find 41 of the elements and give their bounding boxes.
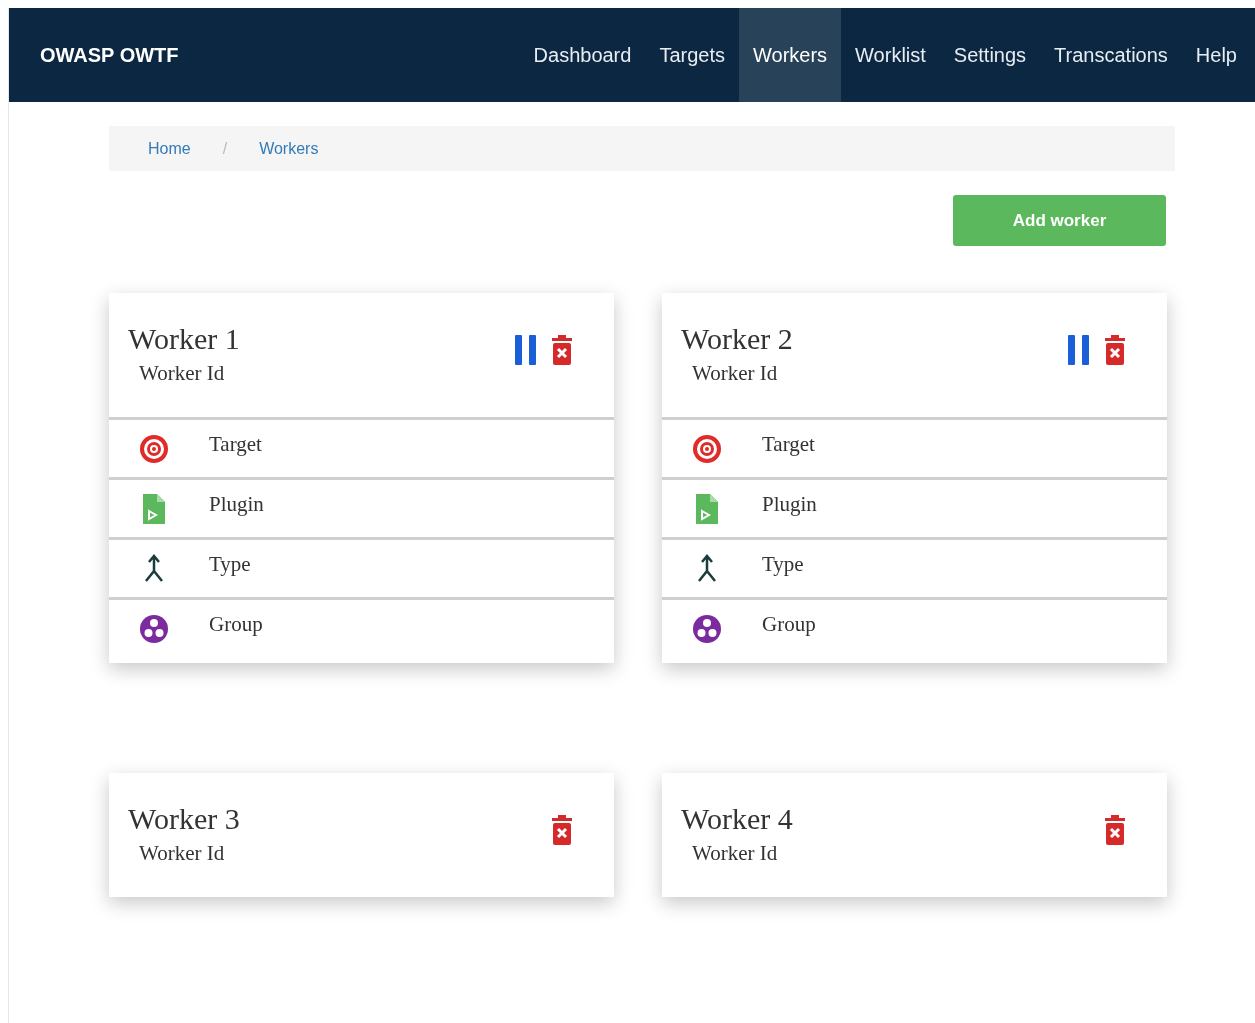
merge-arrow-icon — [142, 553, 166, 584]
merge-arrow-icon — [695, 553, 719, 584]
nav-link[interactable]: Dashboard — [519, 8, 646, 102]
detail-label: Group — [762, 610, 816, 638]
detail-label: Type — [762, 550, 804, 578]
brand-title[interactable]: OWASP OWTF — [40, 40, 179, 70]
target-icon — [139, 433, 169, 464]
worker-name: Worker 1 — [128, 321, 240, 357]
nav-link[interactable]: Help — [1181, 8, 1251, 102]
worker-id-label: Worker Id — [692, 840, 779, 867]
nav-link[interactable]: Worklist — [841, 8, 940, 102]
detail-label: Target — [209, 430, 262, 458]
worker-name: Worker 4 — [681, 801, 793, 837]
trash-delete-icon[interactable] — [1104, 335, 1126, 365]
pause-icon[interactable] — [513, 335, 539, 365]
worker-id-label: Worker Id — [139, 840, 226, 867]
trash-delete-icon[interactable] — [551, 815, 573, 845]
group-circles-icon — [139, 613, 169, 644]
file-play-icon — [143, 493, 165, 524]
breadcrumb-separator: / — [222, 138, 228, 159]
detail-label: Plugin — [209, 490, 264, 518]
worker-name: Worker 3 — [128, 801, 240, 837]
nav-link[interactable]: Targets — [645, 8, 739, 102]
worker-name: Worker 2 — [681, 321, 793, 357]
worker-id-label: Worker Id — [139, 360, 226, 387]
nav-link[interactable]: Settings — [939, 8, 1041, 102]
file-play-icon — [696, 493, 718, 524]
detail-label: Group — [209, 610, 263, 638]
detail-label: Type — [209, 550, 251, 578]
detail-label: Target — [762, 430, 815, 458]
nav-link[interactable]: Transcations — [1040, 8, 1182, 102]
breadcrumb-link[interactable]: Workers — [259, 136, 319, 161]
nav-link[interactable]: Workers — [739, 8, 842, 102]
detail-label: Plugin — [762, 490, 817, 518]
breadcrumb-link[interactable]: Home — [148, 136, 191, 161]
worker-id-label: Worker Id — [692, 360, 779, 387]
pause-icon[interactable] — [1066, 335, 1092, 365]
trash-delete-icon[interactable] — [1104, 815, 1126, 845]
trash-delete-icon[interactable] — [551, 335, 573, 365]
group-circles-icon — [692, 613, 722, 644]
target-icon — [692, 433, 722, 464]
